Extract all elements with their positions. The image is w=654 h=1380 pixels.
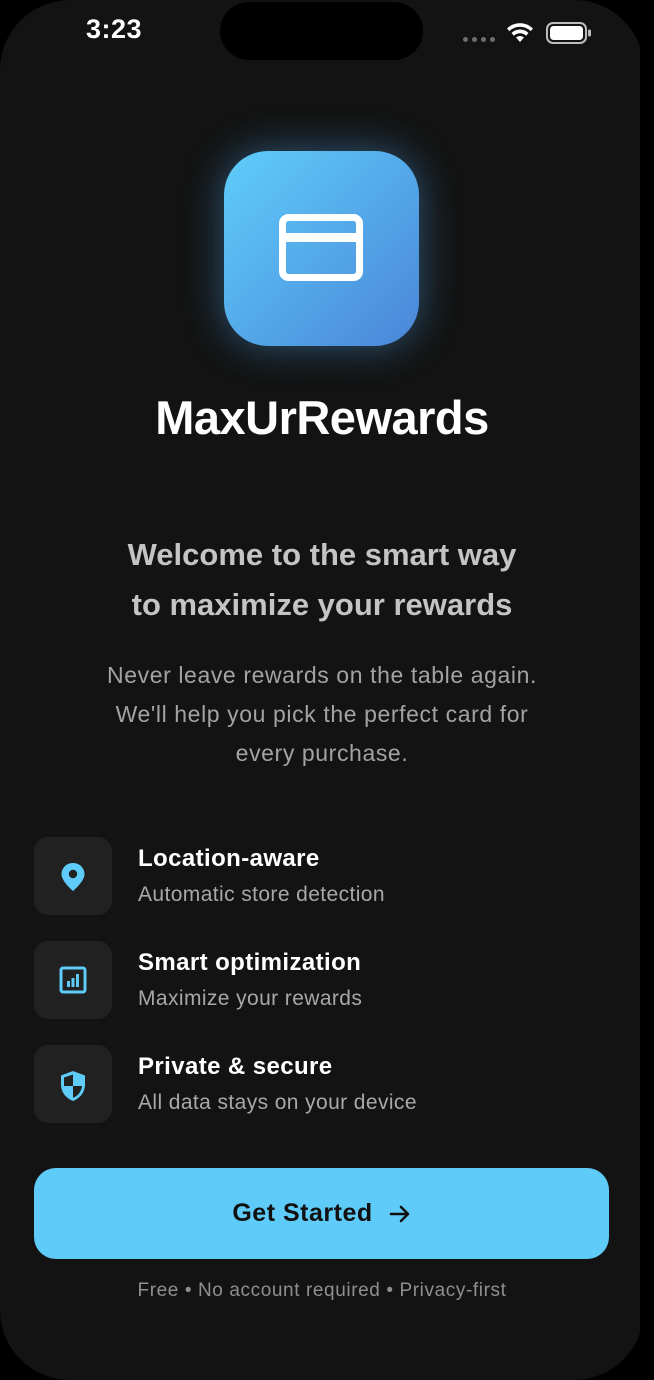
device-bezel [640, 0, 654, 1356]
feature-description: All data stays on your device [138, 1091, 417, 1114]
shield-icon [61, 1071, 85, 1101]
footnote: Free • No account required • Privacy-fir… [137, 1280, 507, 1301]
credit-card-icon [279, 214, 363, 281]
app-title: MaxUrRewards [155, 391, 489, 444]
wifi-icon [507, 23, 533, 42]
get-started-label: Get Started [232, 1199, 373, 1227]
cellular-signal-icon [463, 37, 495, 42]
feature-title: Location-aware [138, 845, 320, 872]
arrow-right-icon [389, 1205, 409, 1222]
feature-description: Maximize your rewards [138, 987, 363, 1010]
feature-private-secure: Private & secure All data stays on your … [34, 1045, 594, 1125]
feature-icon-box [34, 837, 112, 915]
phone-screen: 3:23 MaxUrRewards Welcome to the smart w… [0, 0, 644, 1380]
description-line-1: Never leave rewards on the table again. [107, 662, 537, 688]
feature-location-aware: Location-aware Automatic store detection [34, 837, 594, 917]
feature-icon-box [34, 941, 112, 1019]
welcome-line-2: to maximize your rewards [131, 587, 513, 622]
welcome-heading: Welcome to the smart way to maximize you… [0, 530, 644, 630]
description-line-3: every purchase. [235, 740, 409, 766]
battery-icon [546, 22, 591, 44]
feature-smart-optimization: Smart optimization Maximize your rewards [34, 941, 594, 1021]
location-pin-icon [61, 863, 85, 891]
welcome-description: Never leave rewards on the table again. … [40, 656, 604, 773]
description-line-2: We'll help you pick the perfect card for [115, 701, 529, 727]
feature-title: Smart optimization [138, 949, 362, 976]
feature-description: Automatic store detection [138, 883, 385, 906]
feature-title: Private & secure [138, 1053, 333, 1080]
app-logo [224, 151, 419, 346]
get-started-button[interactable]: Get Started [34, 1168, 609, 1259]
dynamic-island [220, 2, 423, 60]
feature-icon-box [34, 1045, 112, 1123]
status-time: 3:23 [86, 14, 143, 44]
welcome-line-1: Welcome to the smart way [127, 537, 517, 572]
chart-icon [59, 966, 87, 994]
